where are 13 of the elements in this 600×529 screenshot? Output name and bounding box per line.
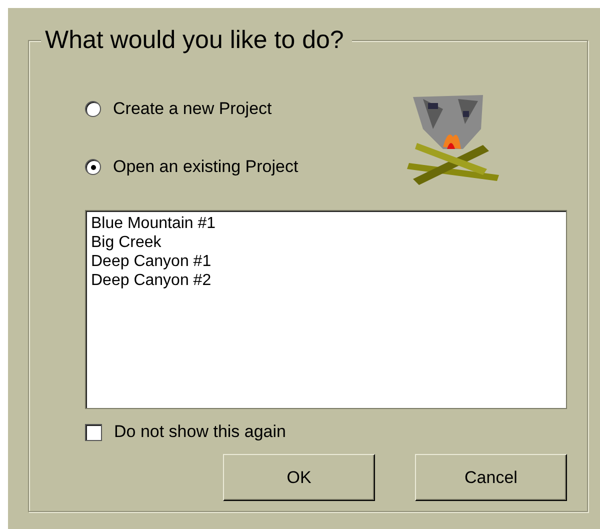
list-item[interactable]: Big Creek	[91, 233, 162, 252]
list-item[interactable]: Blue Mountain #1	[91, 214, 216, 233]
radio-button[interactable]	[85, 101, 101, 117]
dialog-button[interactable]: Cancel	[415, 454, 567, 501]
radio-label: Create a new Project	[113, 99, 272, 119]
checkbox[interactable]	[85, 424, 102, 440]
dialog-button[interactable]: OK	[223, 454, 375, 501]
list-item[interactable]: Deep Canyon #1	[91, 252, 212, 271]
radio-button[interactable]	[85, 159, 101, 175]
radio-label: Open an existing Project	[113, 157, 298, 177]
checkbox-label: Do not show this again	[114, 422, 286, 442]
project-list[interactable]: Blue Mountain #1 Big Creek Deep Canyon #1 Deep Canyon #2	[85, 210, 567, 409]
list-item[interactable]: Deep Canyon #2	[91, 271, 212, 290]
